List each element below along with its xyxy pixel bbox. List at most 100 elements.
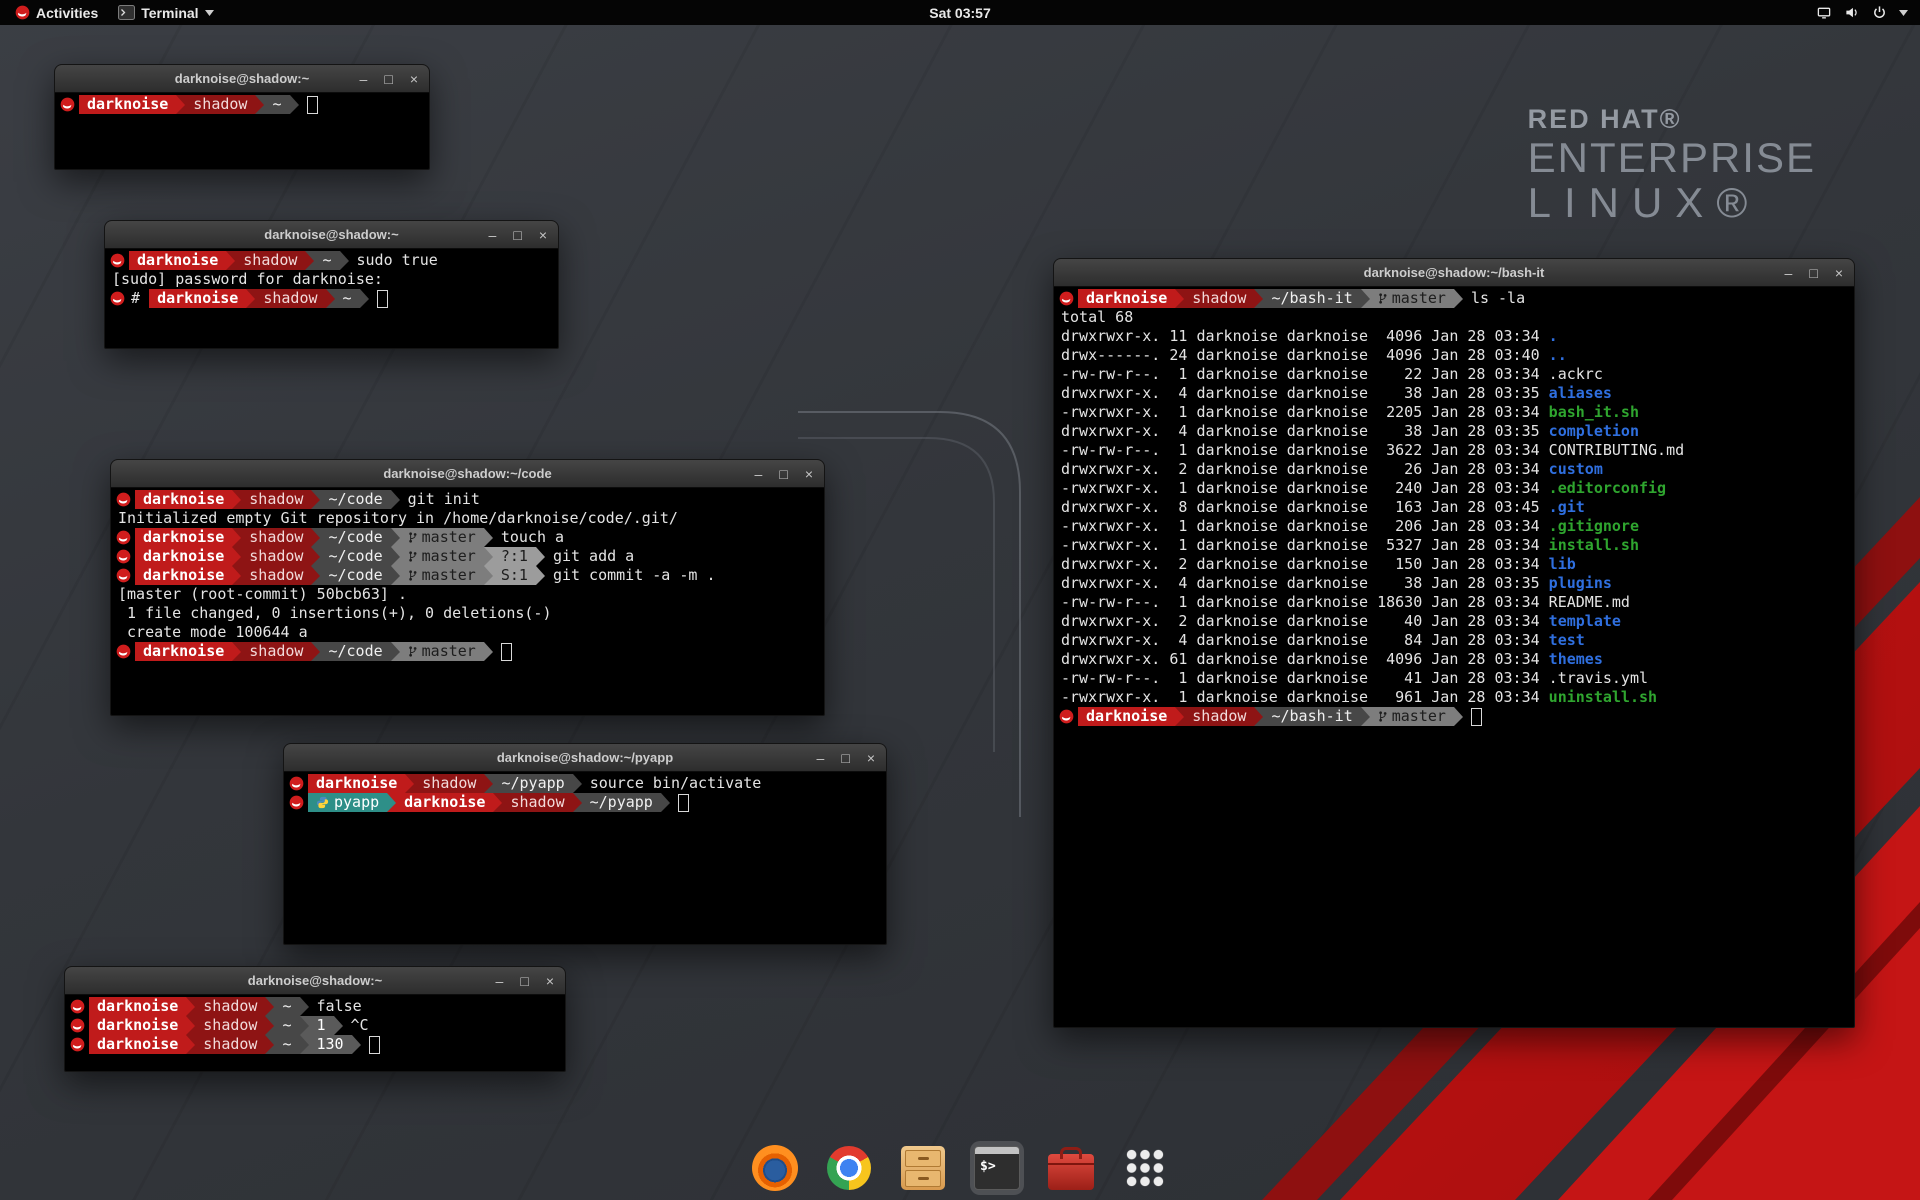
close-button[interactable]: ×	[539, 227, 547, 243]
terminal-window[interactable]: darknoise@shadow:~ – □ × darknoiseshadow…	[64, 966, 566, 1072]
close-button[interactable]: ×	[410, 71, 418, 87]
minimize-button[interactable]: –	[360, 71, 368, 87]
maximize-button[interactable]: □	[513, 227, 521, 243]
maximize-button[interactable]: □	[841, 750, 849, 766]
terminal-window[interactable]: darknoise@shadow:~ – □ × darknoiseshadow…	[104, 220, 559, 349]
close-button[interactable]: ×	[805, 466, 813, 482]
prompt-segment-host: shadow	[241, 566, 311, 585]
prompt-segment-host: shadow	[1184, 289, 1254, 308]
terminal-glyph: $>	[980, 1159, 996, 1174]
clock[interactable]: Sat 03:57	[929, 5, 990, 21]
minimize-button[interactable]: –	[496, 973, 504, 989]
powerline-separator-icon	[1175, 707, 1184, 726]
minimize-button[interactable]: –	[489, 227, 497, 243]
terminal-prompt-line: darknoiseshadow~sudo true	[108, 251, 558, 270]
dock-item-appgrid[interactable]	[1118, 1141, 1172, 1195]
dock-item-chrome[interactable]	[822, 1141, 876, 1195]
system-status-area[interactable]	[1810, 0, 1914, 25]
app-menu-button[interactable]: Terminal	[109, 0, 222, 25]
powerline-separator-icon	[1361, 707, 1370, 726]
top-bar: Activities Terminal Sat 03:57	[0, 0, 1920, 25]
powerline-separator-icon	[255, 95, 264, 114]
prompt-segment-gitstat: S:1	[493, 566, 536, 585]
redhat-icon	[1059, 709, 1074, 724]
terminal-body[interactable]: darknoiseshadow~sudo true[sudo] password…	[105, 249, 558, 308]
branch-icon	[408, 531, 417, 544]
prompt-segment-host: shadow	[241, 528, 311, 547]
file-name: plugins	[1549, 574, 1612, 592]
prompt-segment-git: master	[1370, 707, 1454, 726]
maximize-button[interactable]: □	[779, 466, 787, 482]
terminal-prompt-line: darknoiseshadow~/codegit init	[114, 490, 824, 509]
window-titlebar[interactable]: darknoise@shadow:~/bash-it – □ ×	[1054, 259, 1854, 287]
prompt-segment-git: master	[400, 642, 484, 661]
window-titlebar[interactable]: darknoise@shadow:~/code – □ ×	[111, 460, 824, 488]
redhat-icon	[289, 776, 304, 791]
terminal-window[interactable]: darknoise@shadow:~/pyapp – □ × darknoise…	[283, 743, 887, 945]
file-name: .editorconfig	[1549, 479, 1666, 497]
maximize-button[interactable]: □	[1809, 265, 1817, 281]
terminal-body[interactable]: darknoiseshadow~/pyappsource bin/activat…	[284, 772, 886, 812]
command-text: git init	[400, 490, 480, 509]
minimize-button[interactable]: –	[817, 750, 825, 766]
terminal-body[interactable]: darknoiseshadow~/codegit initInitialized…	[111, 488, 824, 661]
terminal-icon: $>	[974, 1146, 1020, 1190]
powerline-separator-icon	[340, 251, 349, 270]
powerline-separator-icon	[1254, 289, 1263, 308]
window-titlebar[interactable]: darknoise@shadow:~ – □ ×	[65, 967, 565, 995]
powerline-separator-icon	[1175, 289, 1184, 308]
minimize-button[interactable]: –	[755, 466, 763, 482]
dock-item-firefox[interactable]	[748, 1141, 802, 1195]
powerline-separator-icon	[1361, 289, 1370, 308]
powerline-separator-icon	[1454, 707, 1463, 726]
close-button[interactable]: ×	[867, 750, 875, 766]
prompt-segment-git: master	[400, 547, 484, 566]
window-title: darknoise@shadow:~/code	[383, 466, 551, 481]
close-button[interactable]: ×	[1835, 265, 1843, 281]
prompt-segment-host: shadow	[195, 997, 265, 1016]
redhat-icon	[110, 253, 125, 268]
prompt-segment-exit: 1	[309, 1016, 334, 1035]
powerline-separator-icon	[176, 95, 185, 114]
dock-item-toolbox[interactable]	[1044, 1141, 1098, 1195]
terminal-body[interactable]: darknoiseshadow~	[55, 93, 429, 114]
window-titlebar[interactable]: darknoise@shadow:~/pyapp – □ ×	[284, 744, 886, 772]
terminal-window[interactable]: darknoise@shadow:~/bash-it – □ × darknoi…	[1053, 258, 1855, 1028]
display-icon	[1816, 5, 1832, 20]
terminal-window[interactable]: darknoise@shadow:~/code – □ × darknoises…	[110, 459, 825, 716]
file-name: .gitignore	[1549, 517, 1639, 535]
prompt-segment-user: darknoise	[1078, 289, 1175, 308]
powerline-separator-icon	[186, 1035, 195, 1054]
maximize-button[interactable]: □	[520, 973, 528, 989]
powerline-separator-icon	[300, 997, 309, 1016]
terminal-cursor	[1471, 708, 1482, 726]
dock-item-terminal[interactable]: $>	[970, 1141, 1024, 1195]
prompt-segment-user: darknoise	[396, 793, 493, 812]
terminal-window[interactable]: darknoise@shadow:~ – □ × darknoiseshadow…	[54, 64, 430, 170]
close-button[interactable]: ×	[546, 973, 554, 989]
activities-button[interactable]: Activities	[6, 0, 107, 25]
file-name: install.sh	[1549, 536, 1639, 554]
prompt-segment-host: shadow	[241, 642, 311, 661]
dock-item-files[interactable]	[896, 1141, 950, 1195]
powerline-separator-icon	[536, 547, 545, 566]
window-title: darknoise@shadow:~/pyapp	[497, 750, 673, 765]
dock: $>	[748, 1141, 1172, 1195]
file-list-row: drwxrwxr-x. 4 darknoise darknoise 38 Jan…	[1057, 384, 1854, 403]
powerline-separator-icon	[391, 547, 400, 566]
prompt-segment-host: shadow	[195, 1016, 265, 1035]
window-titlebar[interactable]: darknoise@shadow:~ – □ ×	[55, 65, 429, 93]
terminal-body[interactable]: darknoiseshadow~/bash-itmasterls -latota…	[1054, 287, 1854, 726]
top-bar-left: Activities Terminal	[0, 0, 223, 25]
rhel-branding: RED HAT® ENTERPRISE LINUX®	[1528, 104, 1816, 226]
terminal-output-line: 1 file changed, 0 insertions(+), 0 delet…	[114, 604, 824, 623]
minimize-button[interactable]: –	[1785, 265, 1793, 281]
redhat-icon	[116, 530, 131, 545]
command-text: sudo true	[349, 251, 438, 270]
maximize-button[interactable]: □	[384, 71, 392, 87]
window-titlebar[interactable]: darknoise@shadow:~ – □ ×	[105, 221, 558, 249]
file-list-row: -rwxrwxr-x. 1 darknoise darknoise 5327 J…	[1057, 536, 1854, 555]
powerline-separator-icon	[290, 95, 299, 114]
terminal-body[interactable]: darknoiseshadow~falsedarknoiseshadow~1^C…	[65, 995, 565, 1054]
terminal-output-line: [sudo] password for darknoise:	[108, 270, 558, 289]
